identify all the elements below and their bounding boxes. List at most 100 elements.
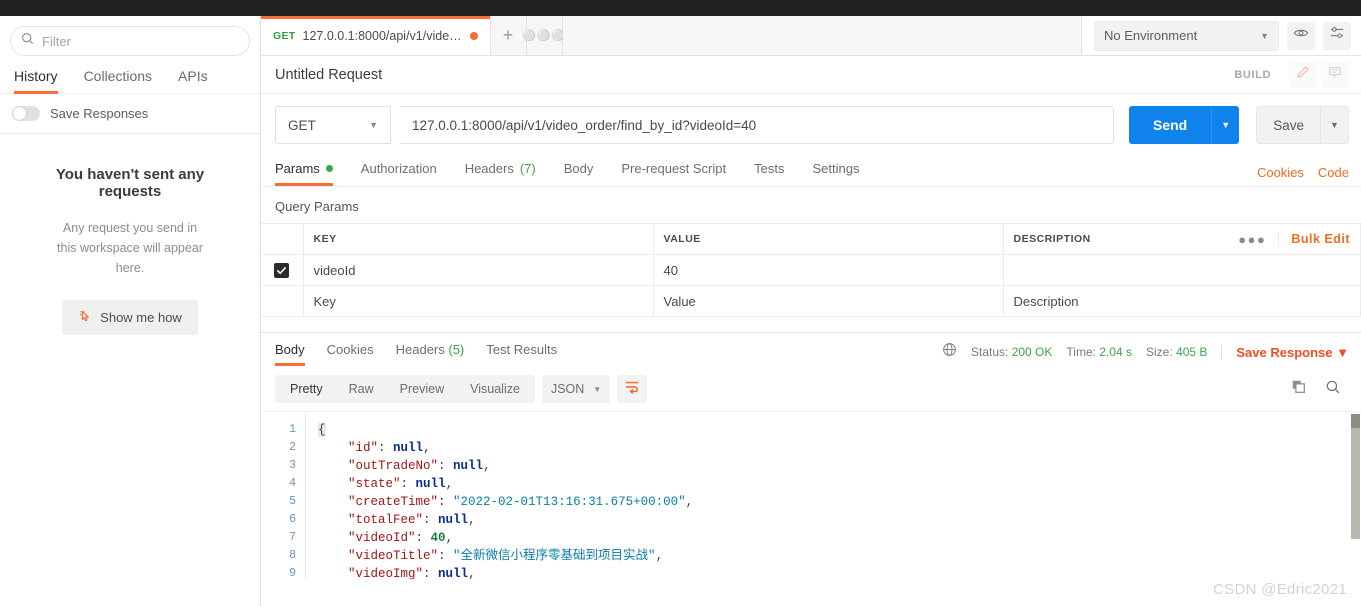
request-title[interactable]: Untitled Request xyxy=(275,67,382,83)
new-param-value-input[interactable]: Value xyxy=(652,285,1004,317)
sidebar: History Collections APIs Save Responses … xyxy=(0,16,261,606)
pencil-icon xyxy=(1296,65,1310,84)
response-format-label: JSON xyxy=(550,382,585,396)
request-comments-button[interactable] xyxy=(1321,61,1349,88)
environment-selector-label: No Environment xyxy=(1104,28,1198,43)
build-label: BUILD xyxy=(1234,68,1271,81)
code-line: { xyxy=(318,423,326,437)
empty-state-title: You haven't sent any requests xyxy=(55,166,205,200)
save-button[interactable]: Save xyxy=(1256,106,1321,144)
request-tab[interactable]: GET 127.0.0.1:8000/api/v1/video_or... xyxy=(261,16,491,55)
viewer-mode-raw[interactable]: Raw xyxy=(336,375,387,403)
line-number: 2 xyxy=(289,441,296,454)
environment-area: No Environment ▼ xyxy=(1081,16,1361,55)
save-response-button[interactable]: Save Response ▼ xyxy=(1221,344,1349,360)
save-responses-toggle[interactable] xyxy=(12,106,40,121)
table-header-row: KEY VALUE DESCRIPTION ●●● Bulk Edit xyxy=(261,223,1361,255)
size-label: Size: xyxy=(1146,345,1173,359)
table-row-empty: Key Value Description xyxy=(261,285,1361,317)
http-method-selector[interactable]: GET ▼ xyxy=(275,106,391,144)
code-link[interactable]: Code xyxy=(1318,165,1349,180)
line-number: 8 xyxy=(289,549,296,562)
tab-tests[interactable]: Tests xyxy=(754,161,784,186)
bulk-edit-link[interactable]: Bulk Edit xyxy=(1278,232,1350,246)
param-value[interactable]: 40 xyxy=(652,254,1004,286)
viewer-mode-pretty[interactable]: Pretty xyxy=(277,375,336,403)
query-params-table: KEY VALUE DESCRIPTION ●●● Bulk Edit vide… xyxy=(261,223,1361,317)
param-key[interactable]: videoId xyxy=(302,254,654,286)
code-line: "videoImg": null, xyxy=(348,567,476,579)
table-row: videoId 40 xyxy=(261,254,1361,286)
search-icon xyxy=(21,32,42,50)
request-tabs-links: Cookies Code xyxy=(1257,165,1349,186)
settings-button[interactable] xyxy=(1323,21,1351,50)
environment-selector[interactable]: No Environment ▼ xyxy=(1094,20,1279,51)
environment-quick-look-button[interactable] xyxy=(1287,21,1315,50)
param-enabled-checkbox[interactable] xyxy=(274,263,290,279)
response-scrollbar[interactable] xyxy=(1349,412,1361,579)
line-number: 1 xyxy=(289,423,296,436)
line-number-gutter: 1 2 3 4 5 6 7 8 9 xyxy=(261,412,305,579)
header-description-cell: DESCRIPTION ●●● Bulk Edit xyxy=(1002,223,1361,255)
postman-window: History Collections APIs Save Responses … xyxy=(0,0,1361,606)
send-button[interactable]: Send xyxy=(1128,106,1212,144)
url-input[interactable]: 127.0.0.1:8000/api/v1/video_order/find_b… xyxy=(400,106,1114,144)
save-responses-label: Save Responses xyxy=(50,106,149,121)
save-responses-row: Save Responses xyxy=(0,94,260,134)
tab-options-button[interactable]: ⚪⚪⚪ xyxy=(522,16,565,55)
response-tab-headers[interactable]: Headers (5) xyxy=(396,342,465,366)
tab-body[interactable]: Body xyxy=(564,161,594,186)
save-options-button[interactable]: ▼ xyxy=(1321,106,1349,144)
line-number: 5 xyxy=(289,495,296,508)
response-body-viewer[interactable]: 1 2 3 4 5 6 7 8 9 { "id": null, "outTradeNo": nu… xyxy=(261,411,1361,579)
size-value: 405 B xyxy=(1176,345,1208,359)
wrap-lines-button[interactable] xyxy=(617,375,648,403)
chevron-down-icon: ▼ xyxy=(369,120,378,130)
wrap-text-icon xyxy=(624,379,640,400)
new-param-description-input[interactable]: Description xyxy=(1002,285,1361,317)
response-tab-test-results[interactable]: Test Results xyxy=(486,342,557,366)
tab-headers-label: Headers xyxy=(464,161,514,176)
params-active-dot xyxy=(325,165,333,172)
tab-params[interactable]: Params xyxy=(275,161,333,186)
line-number: 7 xyxy=(289,531,296,544)
code-line: "createTime": "2022-02-01T13:16:31.675+0… xyxy=(348,495,694,509)
show-me-how-button[interactable]: Show me how xyxy=(62,300,198,335)
tab-settings[interactable]: Settings xyxy=(812,161,859,186)
filter-input[interactable] xyxy=(42,33,239,49)
send-options-button[interactable]: ▼ xyxy=(1211,106,1240,144)
tab-pre-request-script[interactable]: Pre-request Script xyxy=(621,161,726,186)
comment-icon xyxy=(1328,65,1342,84)
header-key: KEY xyxy=(302,223,654,255)
search-icon[interactable] xyxy=(1325,379,1341,400)
new-param-key-input[interactable]: Key xyxy=(302,285,654,317)
cookies-link[interactable]: Cookies xyxy=(1257,165,1304,180)
tab-headers[interactable]: Headers (7) xyxy=(465,161,536,186)
param-description[interactable] xyxy=(1002,254,1361,286)
response-format-selector[interactable]: JSON ▼ xyxy=(541,375,611,403)
filter-search-box[interactable] xyxy=(10,26,250,56)
params-more-options-icon[interactable]: ●●● xyxy=(1238,232,1278,247)
sidebar-tab-apis[interactable]: APIs xyxy=(178,68,208,94)
response-tab-body[interactable]: Body xyxy=(275,342,305,366)
sidebar-tab-collections[interactable]: Collections xyxy=(84,68,152,94)
viewer-mode-preview[interactable]: Preview xyxy=(387,375,457,403)
chevron-down-icon: ▼ xyxy=(1260,30,1269,41)
request-tab-method: GET xyxy=(273,29,296,42)
request-section-tabs: Params Authorization Headers (7) Body Pr… xyxy=(261,154,1361,186)
status-value: 200 OK xyxy=(1011,345,1053,359)
edit-request-button[interactable] xyxy=(1289,61,1317,88)
viewer-mode-group: Pretty Raw Preview Visualize xyxy=(275,375,535,403)
response-body-code[interactable]: { "id": null, "outTradeNo": null, "state… xyxy=(305,412,1361,579)
viewer-mode-visualize[interactable]: Visualize xyxy=(457,375,533,403)
response-tab-cookies[interactable]: Cookies xyxy=(327,342,374,366)
code-line: "totalFee": null, xyxy=(348,513,476,527)
empty-state-subtitle: Any request you send in this workspace w… xyxy=(57,221,203,275)
sidebar-tab-history[interactable]: History xyxy=(14,68,58,94)
code-line: "outTradeNo": null, xyxy=(348,459,491,473)
response-divider xyxy=(261,317,1361,333)
status-badge: Status: 200 OK xyxy=(971,345,1052,359)
copy-icon[interactable] xyxy=(1291,379,1307,400)
tab-authorization[interactable]: Authorization xyxy=(361,161,437,186)
response-scrollbar-thumb[interactable] xyxy=(1351,414,1360,539)
